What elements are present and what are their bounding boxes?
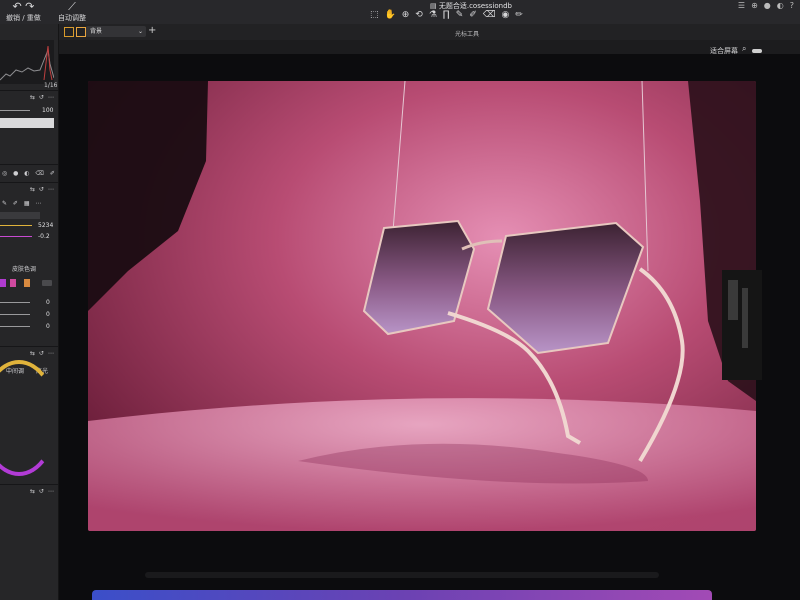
cursor-tools: ⬚ ✋ ⊕ ⟲ ⚗ ∏ ✎ ✐ ⌫ ◉ ✏ (370, 10, 523, 20)
menu-icon[interactable]: ☰ (738, 1, 745, 10)
top-toolbar: ↶ ↷ 撤销 / 重做 ⟋ 自动调整 ▤ 无题合适.cosessiondb ⬚ … (0, 0, 800, 25)
photo-viewer[interactable] (88, 81, 756, 531)
saturation-slider[interactable] (0, 314, 30, 315)
viewer-subbar: 背景 ⌄ + (58, 24, 800, 41)
lightness-value: 0 (46, 323, 50, 330)
temperature-value: 5234 (38, 222, 54, 229)
saturation-value: 0 (46, 311, 50, 318)
slider-value: 100 (42, 107, 54, 114)
auto-adjust-button[interactable]: ⟋ 自动调整 (58, 1, 86, 23)
chevron-down-icon: ⌄ (137, 28, 143, 35)
target-icon[interactable]: ⊕ (751, 1, 758, 10)
hue-value: 0 (46, 299, 50, 306)
magic-wand-icon: ⟋ (68, 0, 76, 13)
pan-tool-icon[interactable]: ✋ (385, 10, 396, 20)
keystone-tool-icon[interactable]: ∏ (443, 10, 450, 20)
document-title-text: 无题合适.cosessiondb (438, 2, 512, 10)
undo-redo-icon: ↶ ↷ (12, 0, 35, 13)
dock-bar (92, 590, 712, 600)
window-controls: ☰ ⊕ ● ◐ ? (738, 1, 794, 10)
select-tool-icon[interactable]: ⬚ (370, 10, 379, 20)
more-button[interactable] (42, 280, 52, 286)
picker-tool-icon[interactable]: ⚗ (429, 10, 437, 20)
monitor-stand (145, 572, 659, 578)
panel-controls-icon[interactable]: ⇆ ↺ ⋯ (30, 94, 55, 101)
eraser-tool-icon[interactable]: ⌫ (483, 10, 496, 20)
spot-tool-icon[interactable]: ◉ (502, 10, 510, 20)
studio-equipment (722, 270, 762, 380)
exposure-slider[interactable] (0, 110, 30, 111)
zoom-tool-icon[interactable]: ⊕ (402, 10, 410, 20)
lightness-slider[interactable] (0, 326, 30, 327)
panel-controls-icon-3[interactable]: ⇆ ↺ ⋯ (30, 350, 55, 357)
help-icon[interactable]: ? (790, 1, 794, 10)
adjust-icon-row[interactable]: ◎ ● ◐ ⌫ ✐ (2, 170, 57, 177)
viewer-header (58, 40, 800, 54)
pen-tool-icon[interactable]: ✐ (469, 10, 477, 20)
product-photo (88, 81, 756, 531)
left-tool-panel: 1/16 ⇆ ↺ ⋯ 100 ◎ ● ◐ ⌫ ✐ ⇆ ↺ ⋯ ✎ ✐ ▦ ⋯ 5… (0, 24, 59, 600)
wb-mode-dropdown[interactable] (0, 212, 40, 219)
rotate-tool-icon[interactable]: ⟲ (415, 10, 423, 20)
hue-slider[interactable] (0, 302, 30, 303)
contrast-icon[interactable]: ◐ (777, 1, 784, 10)
preset-bar[interactable] (0, 118, 54, 128)
temperature-slider[interactable] (0, 225, 32, 226)
single-view-button[interactable] (76, 27, 86, 37)
zoom-slider[interactable] (752, 49, 762, 53)
auto-adjust-label: 自动调整 (58, 14, 86, 22)
swatch-purple[interactable] (0, 279, 6, 287)
fit-screen-label[interactable]: 适合屏幕 (710, 46, 738, 56)
histogram-graph (0, 45, 55, 81)
document-icon: ▤ (430, 2, 439, 10)
histogram (0, 40, 55, 84)
brush-tool-icon[interactable]: ✎ (456, 10, 464, 20)
skin-tone-label: 皮肤色调 (12, 266, 37, 273)
annotate-tool-icon[interactable]: ✏ (515, 10, 523, 20)
background-dropdown-value: 背景 (90, 28, 103, 35)
panel-controls-icon-2[interactable]: ⇆ ↺ ⋯ (30, 186, 55, 193)
histogram-value: 1/16 (44, 82, 58, 89)
search-icon[interactable]: ⌕ (742, 44, 746, 54)
swatch-pink[interactable] (10, 279, 16, 287)
grid-view-button[interactable] (64, 27, 74, 37)
wb-icon-row[interactable]: ✎ ✐ ▦ ⋯ (2, 200, 43, 207)
undo-redo-control[interactable]: ↶ ↷ 撤销 / 重做 (6, 1, 41, 23)
record-icon[interactable]: ● (764, 1, 771, 10)
undo-redo-label: 撤销 / 重做 (6, 14, 41, 22)
tint-value: -0.2 (38, 233, 50, 240)
cursor-tools-label: 光标工具 (455, 31, 480, 38)
background-dropdown[interactable]: 背景 ⌄ (86, 26, 146, 37)
add-icon[interactable]: + (148, 25, 156, 36)
swatch-orange[interactable] (24, 279, 30, 287)
panel-controls-icon-4[interactable]: ⇆ ↺ ⋯ (30, 488, 55, 495)
tint-slider[interactable] (0, 236, 32, 237)
